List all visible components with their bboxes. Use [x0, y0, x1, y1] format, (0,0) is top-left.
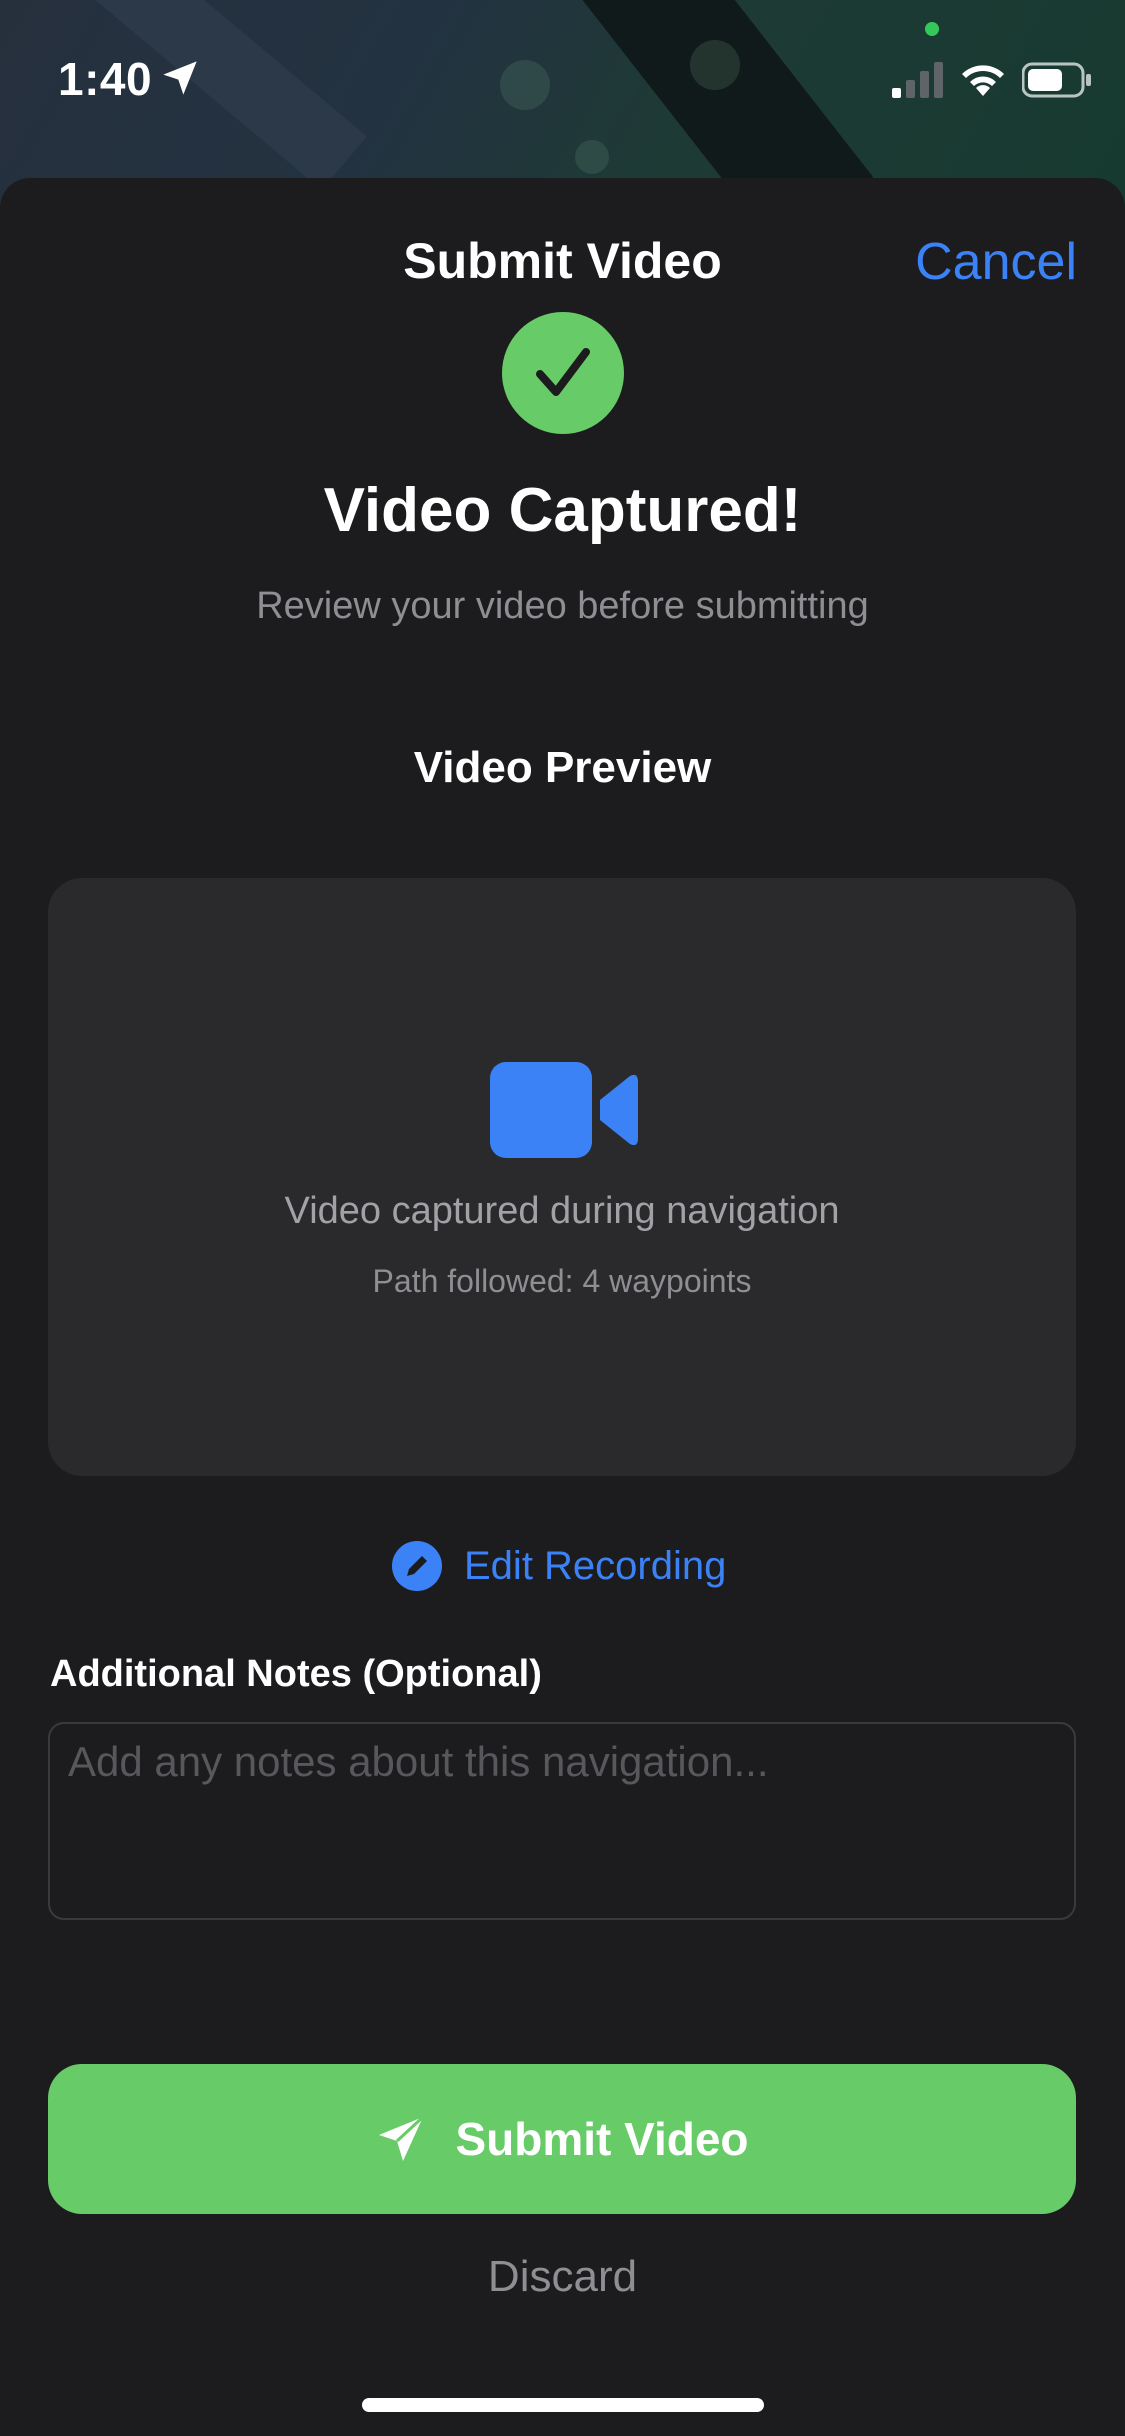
location-arrow-icon	[163, 61, 197, 95]
capture-subhead: Review your video before submitting	[256, 585, 869, 627]
privacy-indicator-dot	[925, 22, 939, 36]
paper-plane-icon	[379, 2115, 425, 2161]
status-bar: 1:40	[0, 0, 1125, 160]
edit-recording-label: Edit Recording	[464, 1543, 727, 1588]
submit-video-button[interactable]: Submit Video	[48, 2064, 1076, 2214]
video-preview-title: Video Preview	[413, 743, 712, 792]
edit-recording-button[interactable]: Edit Recording	[392, 1538, 726, 1594]
status-time: 1:40	[58, 53, 153, 105]
wifi-icon	[962, 65, 1004, 96]
discard-button[interactable]: Discard	[0, 2252, 1125, 2302]
pencil-icon	[392, 1541, 442, 1591]
battery-icon	[1022, 62, 1091, 98]
preview-detail: Path followed: 4 waypoints	[372, 1263, 752, 1299]
signal-icon	[892, 62, 943, 98]
video-camera-icon	[490, 1062, 638, 1158]
cancel-button[interactable]: Cancel	[915, 232, 1077, 292]
capture-headline: Video Captured!	[323, 476, 802, 545]
preview-caption: Video captured during navigation	[284, 1190, 840, 1232]
notes-label: Additional Notes (Optional)	[50, 1653, 542, 1695]
screen: 1:40 Submit Video Cancel Video Captured!…	[0, 0, 1125, 2436]
submit-video-label: Submit Video	[455, 2113, 749, 2165]
success-badge	[502, 312, 624, 434]
checkmark-icon	[536, 348, 590, 396]
video-preview-card[interactable]: Video captured during navigation Path fo…	[48, 878, 1076, 1476]
home-indicator	[362, 2398, 764, 2412]
notes-field[interactable]	[48, 1722, 1076, 1920]
